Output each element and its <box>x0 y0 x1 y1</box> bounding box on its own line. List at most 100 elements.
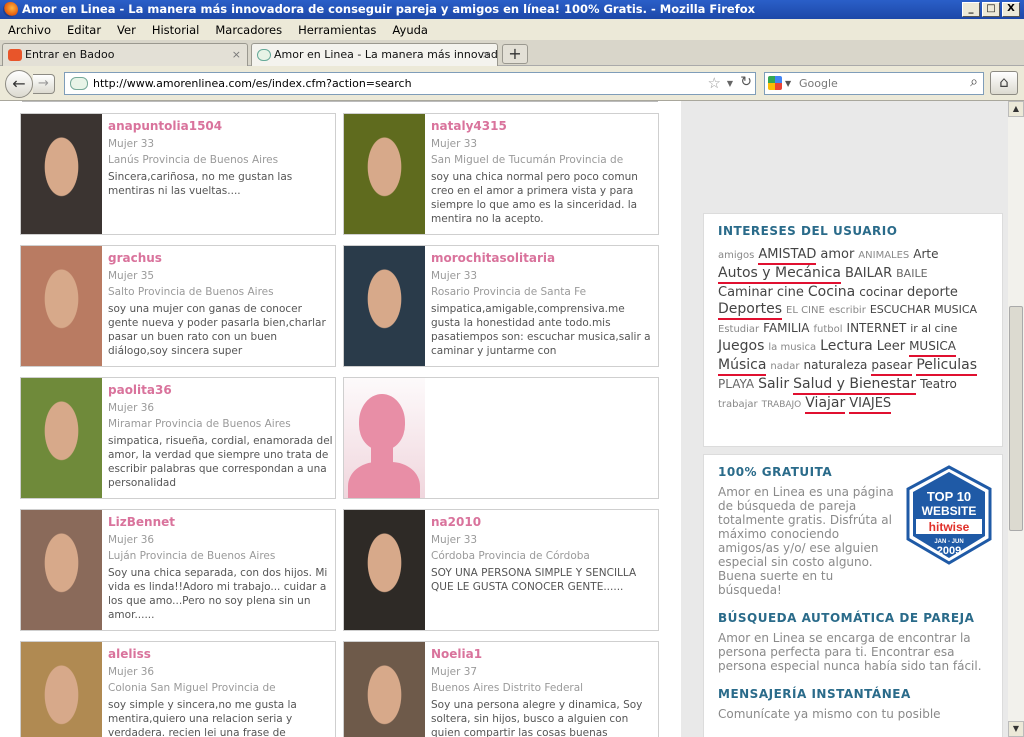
interest-tag[interactable]: futbol <box>814 321 843 338</box>
interest-tag[interactable]: la musica <box>768 339 816 356</box>
profile-photo[interactable] <box>344 246 425 366</box>
interest-tag[interactable]: naturaleza <box>803 357 867 374</box>
profile-photo[interactable] <box>344 114 425 234</box>
interest-tag[interactable]: TRABAJO <box>762 397 802 414</box>
interest-tag[interactable]: deporte <box>907 284 958 301</box>
interest-tag[interactable]: amigos <box>718 247 754 264</box>
menu-editar[interactable]: Editar <box>59 23 109 37</box>
interest-tag[interactable]: trabajar <box>718 396 758 413</box>
interest-tag[interactable]: FAMILIA <box>763 320 809 337</box>
interest-tag[interactable]: pasear <box>871 357 913 376</box>
interest-tag[interactable]: Lectura <box>820 338 873 355</box>
home-button[interactable]: ⌂ <box>990 71 1018 95</box>
profile-card[interactable]: na2010 Mujer 33 Córdoba Provincia de Córdo… <box>343 509 659 631</box>
interest-tag[interactable]: amor <box>820 246 854 263</box>
profile-card[interactable]: Noelia1 Mujer 37 Buenos Aires Distrito Fed… <box>343 641 659 737</box>
interest-tag[interactable]: Salir <box>758 376 789 393</box>
scroll-up-button[interactable]: ▲ <box>1008 101 1024 117</box>
interest-tag[interactable]: ir al cine <box>910 320 957 337</box>
interest-tag[interactable]: Cocina <box>808 284 855 301</box>
interest-tag[interactable]: Autos y Mecánica <box>718 265 841 284</box>
new-tab-button[interactable]: + <box>502 44 528 64</box>
profile-photo[interactable] <box>21 114 102 234</box>
interest-tag[interactable]: nadar <box>770 358 799 375</box>
interest-tag[interactable]: Arte <box>913 246 938 263</box>
profile-card[interactable]: morochitasolitaria Mujer 33 Rosario Provin… <box>343 245 659 367</box>
interest-tag[interactable]: Leer <box>877 338 905 355</box>
interest-tag[interactable]: EL CINE <box>786 302 825 319</box>
profile-card[interactable]: LizBennet Mujer 36 Luján Provincia de Buen… <box>20 509 336 631</box>
search-input[interactable]: ▼ Google ⌕ <box>764 72 984 95</box>
interest-tag[interactable]: ESCUCHAR MUSICA <box>870 301 977 318</box>
reload-button[interactable]: ↻ <box>740 72 752 93</box>
close-window-button[interactable]: X <box>1002 2 1020 17</box>
menu-herramientas[interactable]: Herramientas <box>290 23 384 37</box>
profile-username[interactable]: nataly4315 <box>431 119 657 134</box>
profile-username[interactable]: Noelia1 <box>431 647 657 662</box>
interest-tag[interactable]: Deportes <box>718 301 782 320</box>
scroll-down-button[interactable]: ▼ <box>1008 721 1024 737</box>
tab-amorenlinea[interactable]: Amor en Linea - La manera más innovado..… <box>251 43 498 66</box>
interest-tag[interactable]: BAILE <box>896 265 927 282</box>
profile-photo[interactable] <box>21 642 102 737</box>
profile-username[interactable]: morochitasolitaria <box>431 251 657 266</box>
forward-button[interactable]: → <box>33 74 55 94</box>
profile-card[interactable]: paolita36 Mujer 36 Miramar Provincia de Bu… <box>20 377 336 499</box>
tab-badoo[interactable]: Entrar en Badoo × <box>2 43 248 66</box>
search-engine-dropdown-icon[interactable]: ▼ <box>785 73 791 94</box>
placeholder-silhouette-icon[interactable] <box>344 378 425 498</box>
menu-marcadores[interactable]: Marcadores <box>207 23 290 37</box>
profile-username[interactable]: paolita36 <box>108 383 334 398</box>
profile-card[interactable]: anapuntolia1504 Mujer 33 Lanús Provincia d… <box>20 113 336 235</box>
back-button[interactable]: ← <box>5 70 33 98</box>
interest-tag[interactable]: BAILAR <box>845 265 892 282</box>
profile-card[interactable]: aleliss Mujer 36 Colonia San Miguel Provin… <box>20 641 336 737</box>
magnifier-icon[interactable]: ⌕ <box>970 72 978 93</box>
interest-tag[interactable]: Salud y Bienestar <box>793 376 917 395</box>
scroll-thumb[interactable] <box>1009 306 1023 531</box>
profile-username[interactable]: aleliss <box>108 647 334 662</box>
maximize-button[interactable]: □ <box>982 2 1000 17</box>
profile-card[interactable]: nataly4315 Mujer 33 San Miguel de Tucumán … <box>343 113 659 235</box>
interest-tag[interactable]: Viajar <box>805 395 846 414</box>
profile-username[interactable]: na2010 <box>431 515 657 530</box>
profile-card[interactable]: grachus Mujer 35 Salto Provincia de Buenos… <box>20 245 336 367</box>
profile-photo[interactable] <box>21 378 102 498</box>
interest-tag[interactable]: escribir <box>829 302 866 319</box>
interest-tag[interactable]: Música <box>718 357 767 376</box>
interest-tag[interactable]: ANIMALES <box>858 247 909 264</box>
menu-ver[interactable]: Ver <box>109 23 144 37</box>
profile-card[interactable] <box>343 377 659 499</box>
page-scrollbar[interactable]: ▲ ▼ <box>1008 101 1024 737</box>
profile-username[interactable]: anapuntolia1504 <box>108 119 334 134</box>
interest-tag[interactable]: PLAYA <box>718 376 754 393</box>
bookmark-star-icon[interactable]: ☆ <box>708 73 721 94</box>
minimize-button[interactable]: _ <box>962 2 980 17</box>
profile-username[interactable]: LizBennet <box>108 515 334 530</box>
interest-tag[interactable]: INTERNET <box>847 320 907 337</box>
interest-tag[interactable]: Juegos <box>718 338 764 355</box>
url-bar[interactable]: http://www.amorenlinea.com/es/index.cfm?… <box>64 72 756 95</box>
profile-photo[interactable] <box>344 510 425 630</box>
profile-photo[interactable] <box>21 510 102 630</box>
profile-username[interactable]: grachus <box>108 251 334 266</box>
google-icon[interactable] <box>768 76 782 90</box>
interest-tag[interactable]: AMISTAD <box>758 246 817 265</box>
interest-tag[interactable]: VIAJES <box>849 395 892 414</box>
menu-ayuda[interactable]: Ayuda <box>384 23 436 37</box>
profile-photo[interactable] <box>344 642 425 737</box>
interest-tag[interactable]: MUSICA <box>909 338 956 357</box>
url-dropdown-icon[interactable]: ▼ <box>727 73 733 94</box>
interest-tag[interactable]: Estudiar <box>718 321 759 338</box>
site-identity-icon[interactable] <box>70 77 88 90</box>
close-tab-icon[interactable]: × <box>482 44 491 66</box>
interest-tag[interactable]: Caminar <box>718 284 773 301</box>
interest-tag[interactable]: cine <box>777 284 804 301</box>
interest-tag[interactable]: cocinar <box>859 284 903 301</box>
menu-historial[interactable]: Historial <box>144 23 208 37</box>
profile-photo[interactable] <box>21 246 102 366</box>
close-tab-icon[interactable]: × <box>232 44 241 66</box>
menu-archivo[interactable]: Archivo <box>0 23 59 37</box>
interest-tag[interactable]: Teatro <box>920 376 957 393</box>
interest-tag[interactable]: Peliculas <box>916 357 977 376</box>
